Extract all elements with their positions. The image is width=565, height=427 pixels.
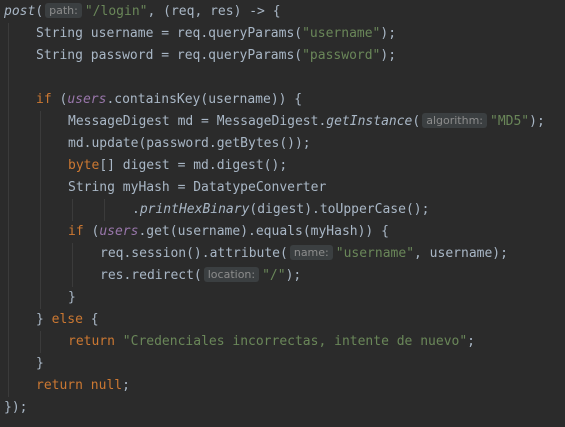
code-line[interactable]: } [36, 353, 44, 375]
code-token: ); [380, 26, 397, 41]
code-token: , (req, res) -> { [147, 4, 281, 19]
string-literal-token: "MD5" [490, 114, 530, 129]
string-literal-token: "Credenciales incorrectas, intente de nu… [122, 334, 468, 349]
code-line[interactable]: if (users.get(username).equals(myHash)) … [68, 221, 389, 243]
code-token: String myHash = DatatypeConverter [68, 180, 327, 195]
code-token: ); [529, 114, 545, 129]
code-line[interactable]: String myHash = DatatypeConverter [68, 177, 326, 199]
code-token: [] digest = md.digest(); [99, 158, 288, 173]
code-line[interactable]: res.redirect(location: "/"); [100, 265, 301, 287]
code-token: } [36, 356, 44, 371]
code-line[interactable]: String username = req.queryParams("usern… [36, 23, 396, 45]
code-line[interactable]: } else { [36, 309, 99, 331]
field-token: users [67, 92, 107, 107]
code-line[interactable]: .printHexBinary(digest).toUpperCase(); [132, 199, 429, 221]
parameter-hint: algorithm: [422, 113, 487, 128]
code-line[interactable]: }); [4, 397, 27, 419]
indent-guide [8, 23, 9, 397]
code-token: , username); [414, 246, 508, 261]
string-literal-token: "/login" [84, 4, 148, 19]
string-literal-token: "/" [262, 268, 286, 283]
keyword-token: else [51, 312, 91, 327]
indent-guide [40, 111, 41, 309]
keyword-token: if [36, 92, 60, 107]
code-token: } [36, 312, 52, 327]
indent-guide [72, 199, 73, 221]
indent-guide [104, 199, 105, 221]
code-token: . [132, 202, 140, 217]
keyword-token: return null [36, 378, 123, 393]
code-line[interactable]: md.update(password.getBytes()); [68, 133, 311, 155]
code-line[interactable]: return "Credenciales incorrectas, intent… [68, 331, 475, 353]
code-token: { [90, 312, 99, 327]
indent-guide [72, 243, 73, 287]
keyword-token: if [68, 224, 92, 239]
method-token: post [4, 4, 36, 19]
code-token: String password = req.queryParams( [36, 48, 303, 63]
code-token: ( [412, 114, 421, 129]
code-editor[interactable]: post(path: "/login", (req, res) -> {Strin… [0, 0, 565, 427]
method-token: printHexBinary [139, 202, 250, 217]
code-line[interactable]: return null; [36, 375, 130, 397]
code-token: res.redirect( [100, 268, 202, 283]
code-line[interactable]: } [68, 287, 76, 309]
code-line[interactable]: if (users.containsKey(username)) { [36, 89, 302, 111]
code-token: ( [35, 4, 44, 19]
code-token: .containsKey(username)) { [106, 92, 303, 107]
code-line[interactable]: byte[] digest = md.digest(); [68, 155, 287, 177]
code-token: req.session().attribute( [100, 246, 288, 261]
code-token: (digest).toUpperCase(); [249, 202, 430, 217]
string-literal-token: "username" [302, 26, 381, 41]
code-token: md.update(password.getBytes()); [68, 136, 311, 151]
code-token: ); [380, 48, 397, 63]
keyword-token: byte [68, 158, 100, 173]
code-token: .get(username).equals(myHash)) { [138, 224, 389, 239]
code-token: String username = req.queryParams( [36, 26, 303, 41]
code-token: }); [4, 400, 28, 415]
method-token: getInstance [326, 114, 413, 129]
code-line[interactable]: MessageDigest md = MessageDigest.getInst… [68, 111, 545, 133]
field-token: users [99, 224, 139, 239]
string-literal-token: "username" [335, 246, 415, 261]
code-line[interactable]: req.session().attribute(name: "username",… [100, 243, 508, 265]
parameter-hint: path: [45, 3, 82, 18]
code-token: } [68, 290, 76, 305]
code-token: ; [122, 378, 130, 393]
keyword-token: return [68, 334, 123, 349]
string-literal-token: "password" [302, 48, 381, 63]
code-line[interactable]: String password = req.queryParams("passw… [36, 45, 396, 67]
code-line[interactable]: post(path: "/login", (req, res) -> { [4, 1, 281, 23]
code-token: MessageDigest md = MessageDigest. [68, 114, 327, 129]
parameter-hint: name: [289, 245, 333, 260]
indent-guide [40, 331, 41, 353]
code-token: ); [285, 268, 302, 283]
parameter-hint: location: [203, 267, 260, 282]
code-token: ; [467, 334, 475, 349]
